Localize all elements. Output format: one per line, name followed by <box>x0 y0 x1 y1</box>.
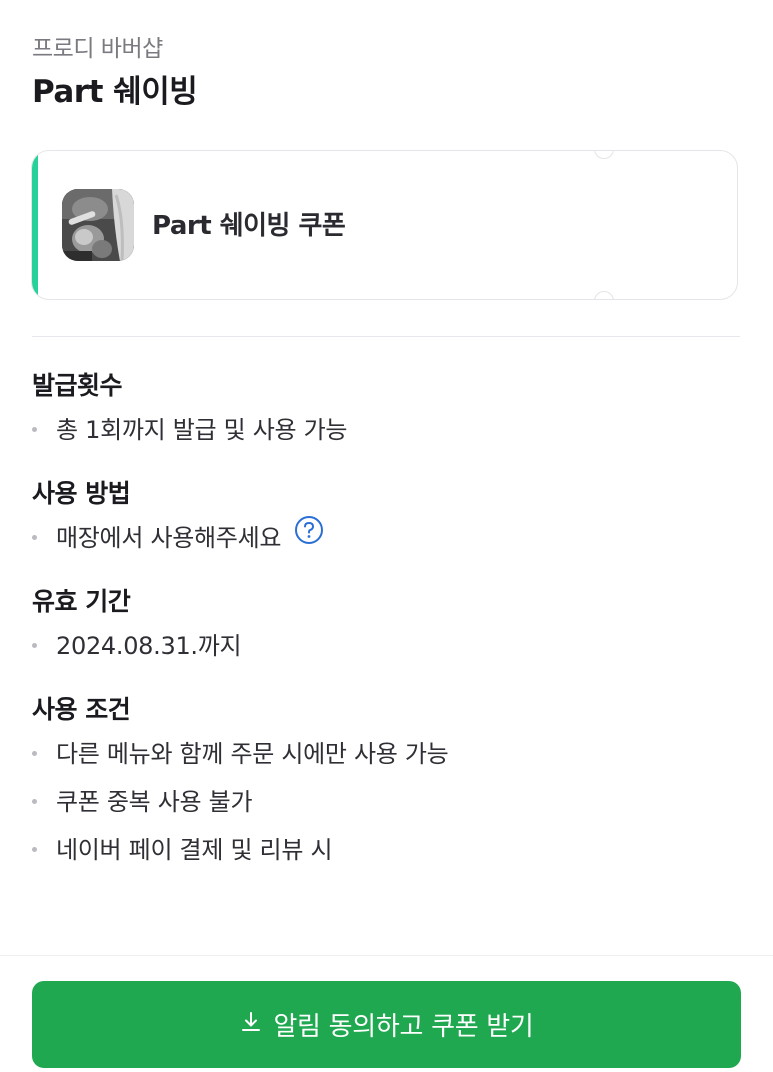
question-circle-icon[interactable] <box>294 513 324 561</box>
get-coupon-button[interactable]: 알림 동의하고 쿠폰 받기 <box>32 981 741 1068</box>
bullet <box>32 535 37 540</box>
list-item-text: 다른 메뉴와 함께 주문 시에만 사용 가능 <box>56 740 449 768</box>
section-conditions: 사용 조건 다른 메뉴와 함께 주문 시에만 사용 가능 쿠폰 중복 사용 불가… <box>32 690 740 874</box>
bullet <box>32 799 37 804</box>
coupon-card[interactable]: Part 쉐이빙 쿠폰 <box>31 150 738 300</box>
download-icon <box>239 1010 263 1041</box>
list-item: 2024.08.31.까지 <box>32 622 740 670</box>
section-title: 사용 방법 <box>32 479 131 508</box>
bullet <box>32 751 37 756</box>
section-validity: 유효 기간 2024.08.31.까지 <box>32 582 740 670</box>
coupon-accent-bar <box>32 151 38 299</box>
list-item: 총 1회까지 발급 및 사용 가능 <box>32 406 740 454</box>
bullet <box>32 847 37 852</box>
coupon-thumbnail <box>62 189 134 261</box>
barber-photo-image <box>62 189 134 261</box>
get-coupon-button-label: 알림 동의하고 쿠폰 받기 <box>273 1012 534 1042</box>
section-how-to-use: 사용 방법 매장에서 사용해주세요 <box>32 474 740 562</box>
coupon-notch-bottom <box>594 291 614 299</box>
list-item-text: 쿠폰 중복 사용 불가 <box>56 788 253 816</box>
bullet <box>32 427 37 432</box>
section-title: 발급횟수 <box>32 371 123 400</box>
list-item: 네이버 페이 결제 및 리뷰 시 <box>32 826 740 874</box>
section-title: 사용 조건 <box>32 695 131 724</box>
coupon-name: Part 쉐이빙 쿠폰 <box>152 211 346 241</box>
coupon-notch-top <box>594 151 614 159</box>
page-title: Part 쉐이빙 <box>32 74 198 110</box>
divider <box>32 336 740 337</box>
bottom-divider <box>0 955 773 956</box>
page-header: 프로디 바버샵 Part 쉐이빙 <box>32 30 198 114</box>
list-item-text: 네이버 페이 결제 및 리뷰 시 <box>56 836 333 864</box>
coupon-details: 발급횟수 총 1회까지 발급 및 사용 가능 사용 방법 매장에서 사용해주세요… <box>32 366 740 894</box>
bullet <box>32 643 37 648</box>
section-title: 유효 기간 <box>32 587 131 616</box>
list-item: 다른 메뉴와 함께 주문 시에만 사용 가능 <box>32 730 740 778</box>
list-item-text: 총 1회까지 발급 및 사용 가능 <box>56 416 348 444</box>
list-item: 매장에서 사용해주세요 <box>32 514 740 562</box>
list-item-text: 2024.08.31.까지 <box>56 632 242 660</box>
section-issue-count: 발급횟수 총 1회까지 발급 및 사용 가능 <box>32 366 740 454</box>
list-item-text: 매장에서 사용해주세요 <box>56 524 282 552</box>
list-item: 쿠폰 중복 사용 불가 <box>32 778 740 826</box>
shop-name: 프로디 바버샵 <box>32 36 163 62</box>
